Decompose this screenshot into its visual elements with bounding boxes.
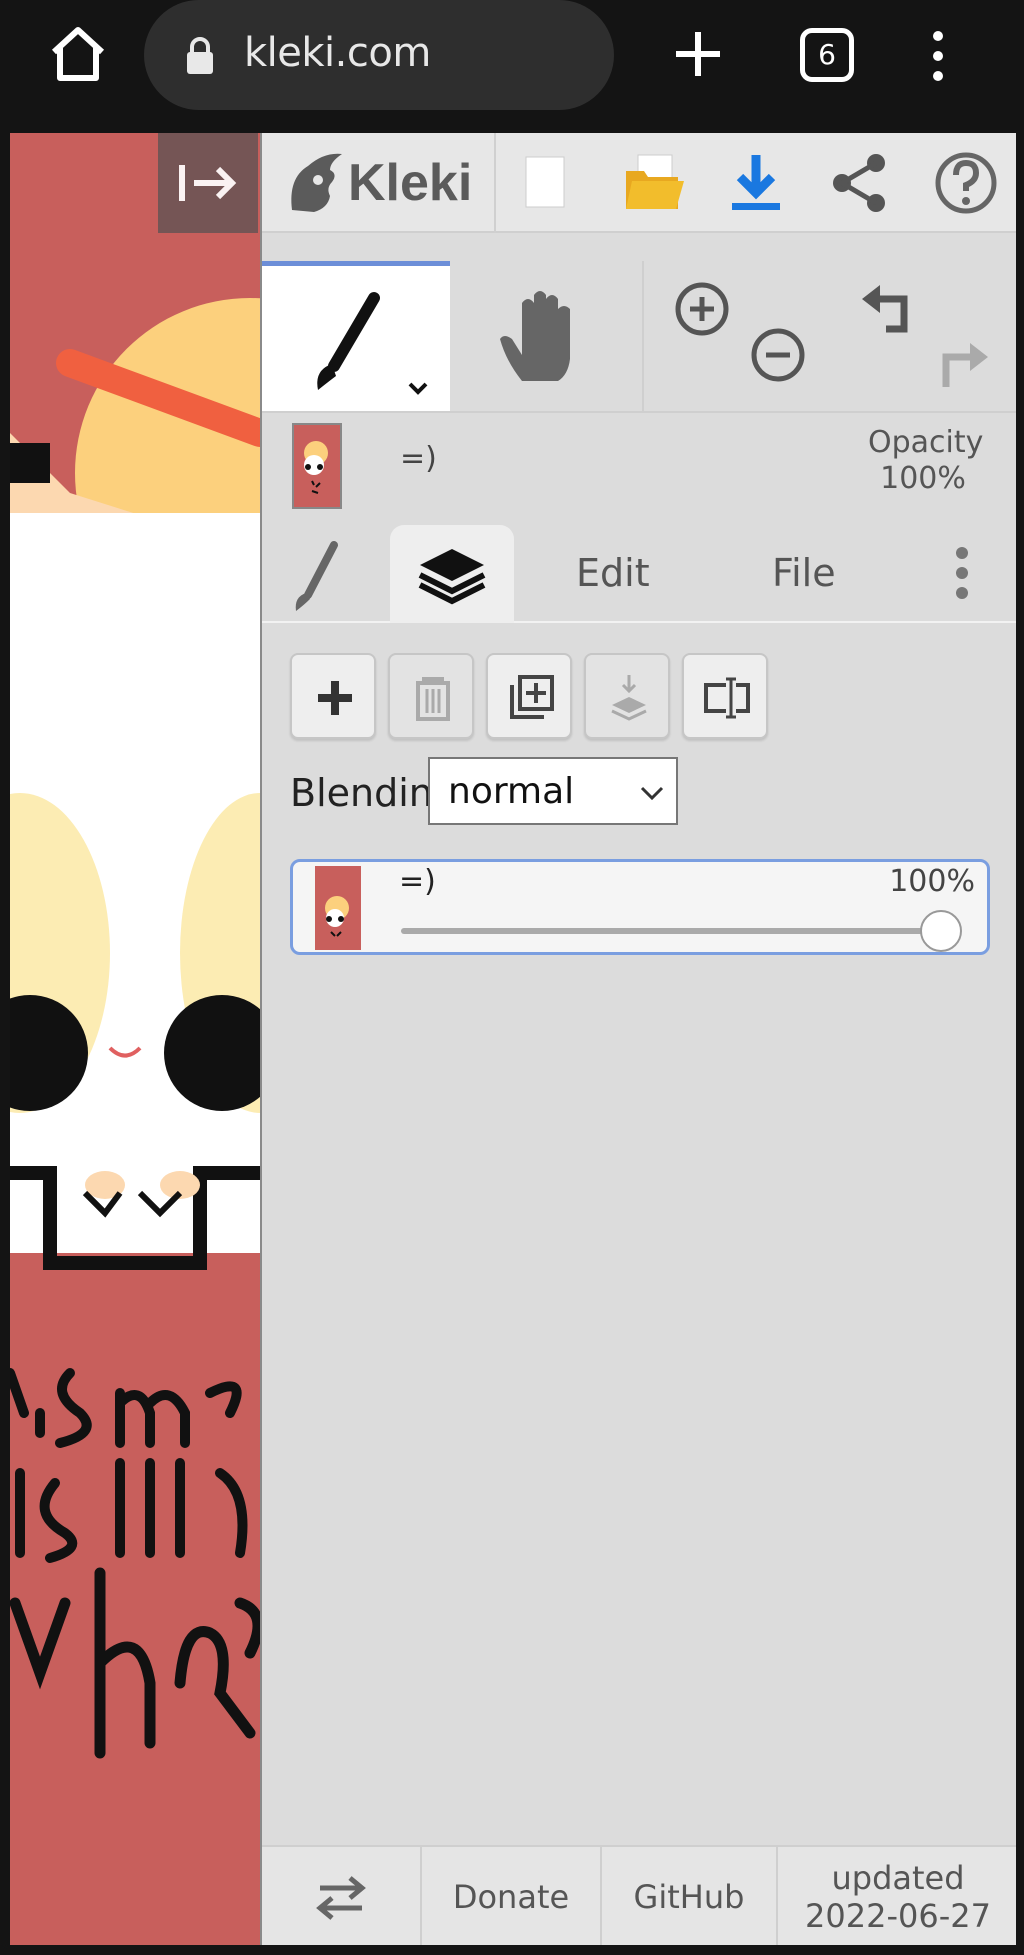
active-layer-info: =) Opacity 100% (262, 415, 1018, 515)
opacity-slider-handle[interactable] (920, 910, 962, 952)
canvas-artwork (10, 133, 260, 1945)
updated-date: 2022-06-27 (805, 1897, 991, 1935)
rename-icon (704, 677, 750, 719)
download-icon[interactable] (724, 151, 788, 215)
merge-down-button[interactable] (584, 653, 670, 739)
blending-dropdown[interactable]: normal (428, 757, 678, 825)
merge-down-icon (611, 675, 647, 721)
active-layer-opacity: Opacity 100% (868, 425, 984, 497)
hand-tool-button[interactable] (450, 261, 640, 411)
redo-icon[interactable] (932, 339, 992, 399)
tool-selector-row (262, 261, 1018, 413)
undo-icon[interactable] (858, 281, 918, 341)
duplicate-icon (510, 675, 554, 719)
active-layer-name: =) (400, 441, 437, 476)
layer-opacity-value: 100% (889, 864, 975, 899)
zoom-tool-group (642, 261, 828, 411)
browser-toolbar: kleki.com 6 (0, 0, 1024, 133)
open-folder-icon[interactable] (622, 151, 686, 215)
chevron-down-icon (640, 786, 664, 801)
tab-edit[interactable]: Edit (576, 551, 650, 595)
delete-layer-button[interactable] (388, 653, 474, 739)
tab-layers[interactable] (390, 525, 514, 623)
app-name: Kleki (348, 154, 473, 212)
donate-link[interactable]: Donate (422, 1847, 602, 1947)
layers-icon (418, 549, 486, 605)
zoom-out-icon[interactable] (750, 327, 806, 383)
share-icon[interactable] (828, 151, 892, 215)
thumbnail-art (304, 441, 328, 494)
swap-arrows-icon (316, 1876, 366, 1920)
panel-footer: Donate GitHub updated 2022-06-27 (262, 1845, 1018, 1947)
tab-count: 6 (818, 38, 836, 71)
updated-label: updated (831, 1859, 965, 1897)
screen-edge-bottom (0, 1945, 1024, 1955)
home-icon[interactable] (48, 26, 108, 82)
layer-thumbnail (315, 866, 361, 950)
url-text: kleki.com (244, 30, 431, 76)
github-link[interactable]: GitHub (602, 1847, 778, 1947)
screen-edge-right (1016, 133, 1024, 1955)
more-options-icon[interactable] (948, 543, 976, 603)
trash-icon (416, 677, 450, 721)
brush-tool-button[interactable] (262, 261, 450, 411)
collapse-arrow-icon (179, 165, 237, 201)
active-layer-thumbnail[interactable] (292, 423, 342, 509)
tab-brush-icon[interactable] (282, 537, 352, 617)
layer-thumbnail-art (325, 896, 349, 937)
hand-icon (500, 291, 570, 381)
tab-file[interactable]: File (772, 551, 836, 595)
layer-list-item[interactable]: =) 100% (290, 859, 990, 955)
layers-panel: Blending normal =) 100% (262, 625, 1018, 1845)
kleki-logo-icon (291, 153, 342, 212)
collapse-panel-button[interactable] (158, 133, 258, 233)
toolbar-divider (494, 133, 496, 233)
drawing-canvas[interactable] (10, 133, 260, 1945)
updated-info: updated 2022-06-27 (778, 1847, 1018, 1947)
blending-value: normal (448, 771, 575, 812)
opacity-value: 100% (880, 461, 966, 496)
add-layer-button[interactable] (290, 653, 376, 739)
brush-icon (317, 292, 428, 395)
opacity-caption: Opacity (868, 425, 984, 460)
new-image-icon[interactable] (512, 151, 576, 215)
rename-layer-button[interactable] (682, 653, 768, 739)
browser-menu-icon[interactable] (924, 28, 952, 84)
duplicate-layer-button[interactable] (486, 653, 572, 739)
tool-panel: Kleki =) Opacity 100% Edit File Blending… (260, 133, 1018, 1947)
lock-icon (187, 37, 213, 74)
new-tab-icon[interactable] (672, 28, 724, 80)
screen-edge (0, 133, 10, 1955)
help-icon[interactable] (934, 151, 998, 215)
plus-icon (318, 681, 352, 715)
zoom-in-icon[interactable] (674, 281, 730, 337)
top-toolbar: Kleki (262, 133, 1018, 233)
tab-switcher-button[interactable]: 6 (800, 28, 854, 82)
address-bar[interactable]: kleki.com (144, 0, 614, 110)
layer-name: =) (399, 864, 436, 899)
layer-opacity-slider[interactable] (401, 928, 941, 934)
panel-tabs: Edit File (262, 523, 1018, 623)
app-logo[interactable]: Kleki (284, 147, 472, 219)
swap-side-button[interactable] (262, 1847, 422, 1947)
undo-redo-group (828, 261, 1018, 411)
